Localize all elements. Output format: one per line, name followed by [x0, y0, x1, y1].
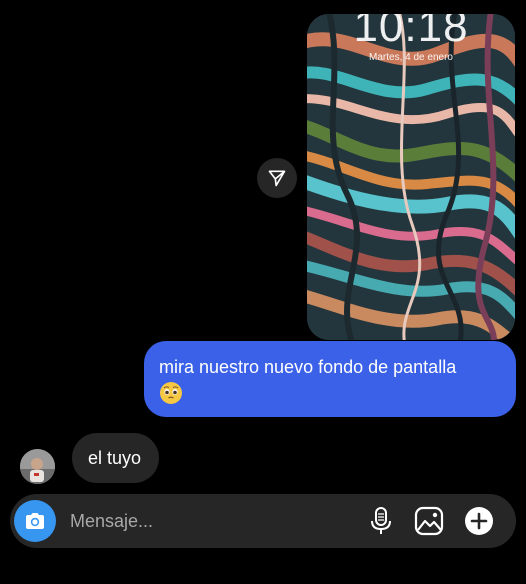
- plus-circle-icon: [465, 507, 493, 535]
- camera-icon: [26, 513, 44, 529]
- microphone-icon: [371, 507, 391, 534]
- share-button[interactable]: [257, 158, 297, 198]
- message-composer: [10, 494, 516, 548]
- message-input[interactable]: [70, 506, 340, 536]
- gallery-button[interactable]: [414, 506, 444, 536]
- profile-photo-icon: [20, 449, 55, 484]
- incoming-message-text: el tuyo: [88, 448, 142, 468]
- gallery-icon: [414, 506, 444, 536]
- paper-plane-icon: [268, 170, 286, 187]
- add-button[interactable]: [464, 506, 494, 536]
- incoming-message-bubble[interactable]: el tuyo: [72, 433, 160, 483]
- pleading-face-emoji-icon: [159, 381, 183, 412]
- image-message[interactable]: 10:18 Martes, 4 de enero: [307, 14, 515, 340]
- microphone-button[interactable]: [366, 506, 396, 536]
- camera-button[interactable]: [14, 500, 56, 542]
- outgoing-message-text: mira nuestro nuevo fondo de pantalla: [159, 357, 457, 377]
- lock-screen-date: Martes, 4 de enero: [369, 52, 453, 63]
- avatar[interactable]: [20, 449, 55, 484]
- outgoing-message-bubble[interactable]: mira nuestro nuevo fondo de pantalla: [144, 341, 516, 417]
- lock-screen-time: 10:18: [353, 14, 469, 51]
